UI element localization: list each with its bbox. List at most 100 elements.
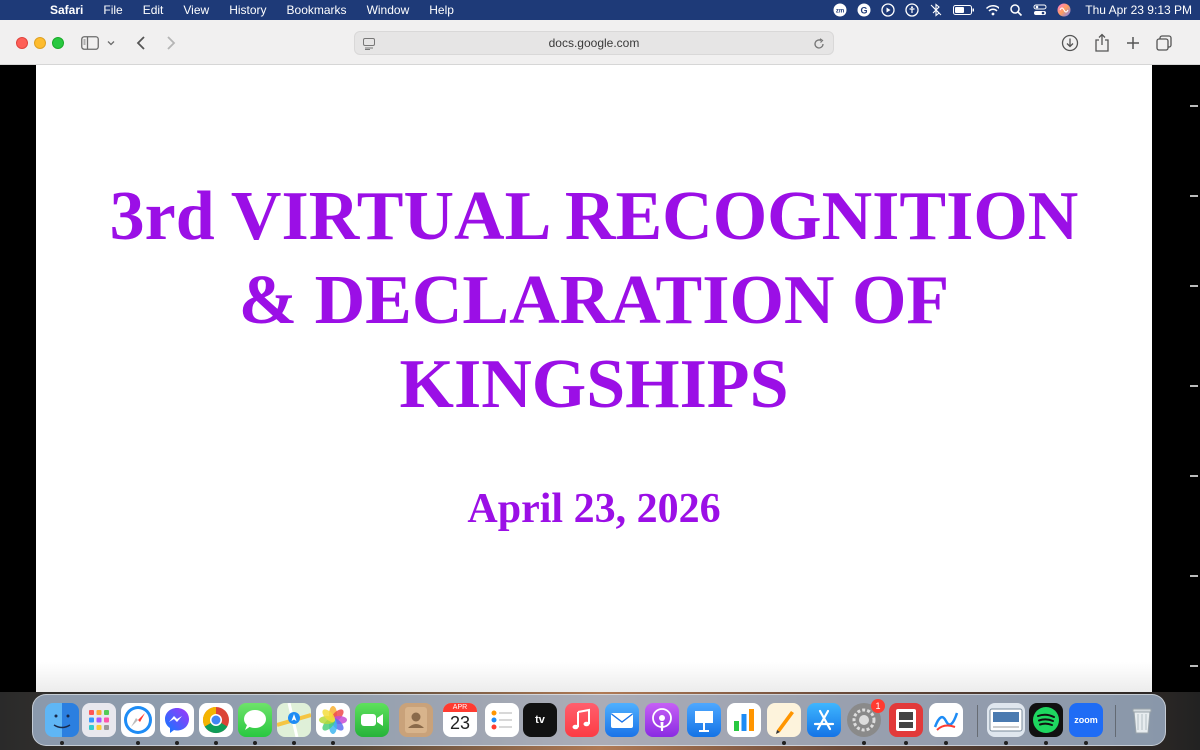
window-minimize-button[interactable] xyxy=(34,37,46,49)
running-indicator xyxy=(1004,741,1008,745)
reminders-icon[interactable] xyxy=(485,703,519,737)
edge-marker xyxy=(1190,195,1198,197)
grammarly-icon[interactable]: G xyxy=(857,3,871,17)
menu-file[interactable]: File xyxy=(93,0,132,20)
running-indicator xyxy=(60,741,64,745)
edge-marker xyxy=(1190,575,1198,577)
edge-marker xyxy=(1190,385,1198,387)
chevron-left-icon xyxy=(136,36,145,50)
music-icon[interactable] xyxy=(565,703,599,737)
tab-overview-icon[interactable] xyxy=(1154,32,1174,54)
running-indicator xyxy=(904,741,908,745)
contacts-icon[interactable] xyxy=(399,703,433,737)
apple-tv-label: tv xyxy=(535,714,545,726)
wifi-icon[interactable] xyxy=(985,3,1000,17)
running-indicator xyxy=(862,741,866,745)
presentation-slide: 3rd VIRTUAL RECOGNITION & DECLARATION OF… xyxy=(36,65,1152,692)
window-zoom-button[interactable] xyxy=(52,37,64,49)
menu-edit[interactable]: Edit xyxy=(133,0,174,20)
slide-date: April 23, 2026 xyxy=(467,486,721,532)
menu-history[interactable]: History xyxy=(219,0,276,20)
photos-icon[interactable] xyxy=(316,703,350,737)
app-menu[interactable]: Safari xyxy=(40,0,93,20)
url-text: docs.google.com xyxy=(548,36,640,50)
messages-icon[interactable] xyxy=(238,703,272,737)
messenger-icon[interactable] xyxy=(160,703,194,737)
calendar-day: 23 xyxy=(449,713,471,733)
numbers-icon[interactable] xyxy=(727,703,761,737)
running-indicator xyxy=(253,741,257,745)
menu-window[interactable]: Window xyxy=(357,0,420,20)
control-center-icon[interactable] xyxy=(1033,3,1047,17)
menu-bookmarks[interactable]: Bookmarks xyxy=(277,0,357,20)
chrome-icon[interactable] xyxy=(199,703,233,737)
browser-toolbar: docs.google.com xyxy=(0,20,1200,65)
menu-view[interactable]: View xyxy=(173,0,219,20)
reload-icon[interactable] xyxy=(813,37,825,55)
slide-title-line-2: & DECLARATION OF xyxy=(238,262,950,339)
zoom-icon[interactable]: zoom xyxy=(1069,703,1103,737)
running-indicator xyxy=(136,741,140,745)
photo-booth-icon[interactable] xyxy=(889,703,923,737)
chevron-right-icon xyxy=(167,36,176,50)
maps-icon[interactable] xyxy=(277,703,311,737)
slide-title-line-3: KINGSHIPS xyxy=(399,346,789,423)
edge-marker xyxy=(1190,285,1198,287)
running-indicator xyxy=(1044,741,1048,745)
edge-marker xyxy=(1190,665,1198,667)
running-indicator xyxy=(944,741,948,745)
running-indicator xyxy=(782,741,786,745)
mail-icon[interactable] xyxy=(605,703,639,737)
running-indicator xyxy=(175,741,179,745)
calendar-icon[interactable]: APR 23 xyxy=(443,703,477,737)
menu-bar: Safari File Edit View History Bookmarks … xyxy=(0,0,1200,20)
accessibility-icon[interactable] xyxy=(905,3,919,17)
dock: APR 23 tv 1 zoom xyxy=(32,694,1166,746)
search-icon[interactable] xyxy=(1009,3,1023,17)
running-indicator xyxy=(1084,741,1088,745)
pages-icon[interactable] xyxy=(767,703,801,737)
edge-marker xyxy=(1190,105,1198,107)
podcasts-icon[interactable] xyxy=(645,703,679,737)
zoom-label: zoom xyxy=(1074,715,1098,725)
browser-viewport: 3rd VIRTUAL RECOGNITION & DECLARATION OF… xyxy=(0,65,1200,692)
trash-icon[interactable] xyxy=(1125,703,1159,737)
menu-help[interactable]: Help xyxy=(419,0,464,20)
dock-separator xyxy=(977,705,978,737)
finder-icon[interactable] xyxy=(45,703,79,737)
launchpad-icon[interactable] xyxy=(82,703,116,737)
running-indicator xyxy=(292,741,296,745)
svg-text:zm: zm xyxy=(836,9,844,15)
siri-icon[interactable] xyxy=(1057,3,1071,17)
svg-text:G: G xyxy=(861,6,868,16)
running-indicator xyxy=(331,741,335,745)
play-icon[interactable] xyxy=(881,3,895,17)
new-tab-icon[interactable] xyxy=(1124,32,1142,54)
app-store-icon[interactable] xyxy=(807,703,841,737)
share-icon[interactable] xyxy=(1092,32,1112,54)
window-close-button[interactable] xyxy=(16,37,28,49)
chevron-down-icon[interactable] xyxy=(104,32,118,54)
slide-title: 3rd VIRTUAL RECOGNITION & DECLARATION OF… xyxy=(36,175,1152,427)
zoom-status-icon[interactable]: zm xyxy=(833,3,847,17)
edge-marker xyxy=(1190,475,1198,477)
freeform-icon[interactable] xyxy=(929,703,963,737)
safari-icon[interactable] xyxy=(121,703,155,737)
spotify-icon[interactable] xyxy=(1029,703,1063,737)
slide-title-line-1: 3rd VIRTUAL RECOGNITION xyxy=(109,178,1079,255)
facetime-icon[interactable] xyxy=(355,703,389,737)
address-bar[interactable]: docs.google.com xyxy=(354,31,834,55)
keynote-icon[interactable] xyxy=(687,703,721,737)
bluetooth-off-icon[interactable] xyxy=(929,3,943,17)
menu-bar-clock[interactable]: Thu Apr 23 9:13 PM xyxy=(1085,3,1192,17)
battery-icon[interactable] xyxy=(953,3,975,17)
back-button[interactable] xyxy=(132,32,150,54)
dock-separator xyxy=(1115,705,1116,737)
sidebar-toggle-icon[interactable] xyxy=(80,32,100,54)
downloads-icon[interactable] xyxy=(1060,32,1080,54)
calendar-month: APR xyxy=(443,703,477,712)
apple-tv-icon[interactable]: tv xyxy=(523,703,557,737)
forward-button[interactable] xyxy=(162,32,180,54)
preview-icon[interactable] xyxy=(987,703,1025,737)
settings-badge: 1 xyxy=(871,699,885,713)
